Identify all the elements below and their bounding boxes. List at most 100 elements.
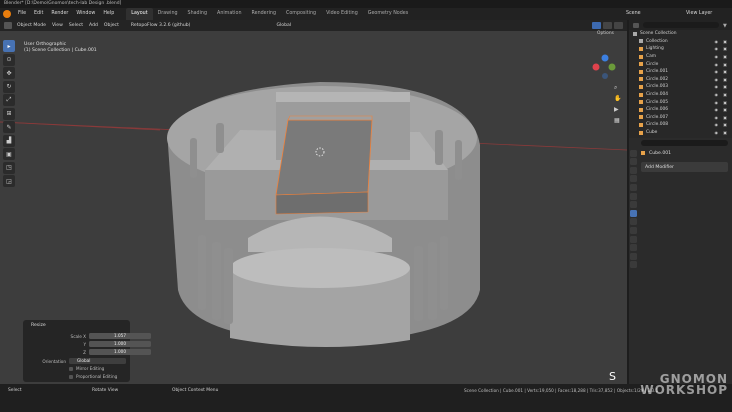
cursor-icon[interactable]: ⊙ (3, 53, 15, 66)
menu-file[interactable]: File (14, 8, 30, 20)
view-layer-selector[interactable]: View Layer (682, 8, 732, 20)
scale-icon[interactable]: ⤢ (3, 94, 15, 106)
mirror-editing-checkbox[interactable]: Mirror Editing (69, 366, 104, 371)
menu-window[interactable]: Window (72, 8, 99, 20)
scale-y-field[interactable]: 1.000 (89, 341, 151, 347)
status-stats: Scene Collection | Cube.001 | Verts:19,0… (464, 388, 659, 393)
particles-tab-icon[interactable] (630, 218, 637, 226)
material-tab-icon[interactable] (630, 252, 637, 260)
visibility-icon[interactable]: ◉ ▣ (714, 122, 729, 127)
outliner-item[interactable]: Circle.007 ◉ ▣ (629, 114, 732, 122)
scene-tab-icon[interactable] (630, 183, 637, 191)
outliner-item[interactable]: Circle ◉ ▣ (629, 60, 732, 68)
grid-icon[interactable]: ▦ (614, 117, 621, 124)
outliner-item[interactable]: Cube ◉ ▣ (629, 129, 732, 137)
shading-render-icon[interactable] (614, 22, 623, 29)
shading-solid-icon[interactable] (592, 22, 601, 29)
menu-select[interactable]: Select (66, 20, 86, 31)
outliner-type-icon[interactable] (633, 22, 639, 28)
outliner-item[interactable]: Circle.003 ◉ ▣ (629, 83, 732, 91)
outliner-item[interactable]: Circle.001 ◉ ▣ (629, 68, 732, 76)
visibility-icon[interactable]: ◉ ▣ (714, 100, 729, 105)
properties-search-input[interactable] (641, 140, 728, 146)
outliner-item[interactable]: Circle.006 ◉ ▣ (629, 106, 732, 114)
visibility-icon[interactable]: ◉ ▣ (714, 54, 729, 59)
filter-icon[interactable]: ▼ (723, 23, 729, 29)
add-cube-icon[interactable]: ▣ (3, 148, 15, 160)
zoom-icon[interactable]: ⌕ (614, 84, 621, 91)
inset-icon[interactable]: ◲ (3, 175, 15, 187)
render-tab-icon[interactable] (630, 158, 637, 166)
editor-type-icon[interactable] (4, 22, 12, 29)
world-tab-icon[interactable] (630, 192, 637, 200)
menu-view[interactable]: View (49, 20, 66, 31)
tab-rendering[interactable]: Rendering (247, 8, 282, 20)
visibility-icon[interactable]: ◉ ▣ (714, 107, 729, 112)
object-name-row[interactable]: Cube.001 (629, 148, 732, 158)
add-modifier-button[interactable]: Add Modifier (641, 162, 728, 172)
modifier-tab-icon[interactable] (630, 209, 637, 217)
visibility-icon[interactable]: ◉ ▣ (714, 77, 729, 82)
visibility-icon[interactable]: ◉ ▣ (714, 130, 729, 135)
outliner-root[interactable]: Scene Collection (629, 30, 732, 38)
constraints-tab-icon[interactable] (630, 235, 637, 243)
visibility-icon[interactable]: ◉ ▣ (714, 69, 729, 74)
visibility-icon[interactable]: ◉ ▣ (714, 46, 729, 51)
tool-tab-icon[interactable] (630, 149, 637, 157)
orientation-dropdown[interactable]: Global (273, 20, 294, 31)
tab-shading[interactable]: Shading (183, 8, 213, 20)
outliner-item[interactable]: Lighting ◉ ▣ (629, 45, 732, 53)
visibility-icon[interactable]: ◉ ▣ (714, 92, 729, 97)
scale-z-field[interactable]: 1.000 (89, 349, 151, 355)
data-tab-icon[interactable] (630, 244, 637, 252)
blender-logo-icon[interactable] (3, 10, 11, 18)
tab-compositing[interactable]: Compositing (281, 8, 321, 20)
camera-icon[interactable]: ▶ (614, 106, 621, 113)
orientation-dropdown[interactable]: Global (69, 358, 126, 364)
menu-object[interactable]: Object (101, 20, 122, 31)
outliner-item[interactable]: Circle.004 ◉ ▣ (629, 91, 732, 99)
tab-drawing[interactable]: Drawing (153, 8, 183, 20)
menu-help[interactable]: Help (99, 8, 118, 20)
rotate-icon[interactable]: ↻ (3, 80, 15, 93)
select-box-icon[interactable]: ▸ (3, 40, 15, 52)
tab-video-editing[interactable]: Video Editing (321, 8, 363, 20)
output-tab-icon[interactable] (630, 166, 637, 174)
pan-hand-icon[interactable]: ✋ (614, 95, 621, 102)
scene-selector[interactable]: Scene (622, 8, 682, 20)
outliner-item[interactable]: Circle.005 ◉ ▣ (629, 98, 732, 106)
mirror-editing-label: Mirror Editing (76, 366, 105, 371)
outliner-item[interactable]: Collection ◉ ▣ (629, 38, 732, 46)
visibility-icon[interactable]: ◉ ▣ (714, 84, 729, 89)
menu-edit[interactable]: Edit (30, 8, 47, 20)
physics-tab-icon[interactable] (630, 226, 637, 234)
measure-icon[interactable]: ▟ (3, 134, 15, 147)
move-icon[interactable]: ✥ (3, 67, 15, 79)
texture-tab-icon[interactable] (630, 261, 637, 269)
outliner-item[interactable]: Circle.008 ◉ ▣ (629, 121, 732, 129)
visibility-icon[interactable]: ◉ ▣ (714, 115, 729, 120)
extrude-icon[interactable]: ◳ (3, 161, 15, 174)
annotate-icon[interactable]: ✎ (3, 121, 15, 133)
mode-dropdown[interactable]: Object Mode (14, 20, 49, 31)
scale-x-field[interactable]: 1.057 (89, 333, 151, 339)
menu-add[interactable]: Add (86, 20, 101, 31)
view-layer-tab-icon[interactable] (630, 175, 637, 183)
transform-icon[interactable]: ⊞ (3, 107, 15, 120)
proportional-editing-checkbox[interactable]: Proportional Editing (69, 374, 117, 379)
options-button[interactable]: Options (597, 31, 614, 36)
outliner-search-input[interactable] (643, 22, 719, 28)
shading-wire-icon[interactable] (603, 22, 612, 29)
object-tab-icon[interactable] (630, 201, 637, 209)
tab-geometry-nodes[interactable]: Geometry Nodes (363, 8, 413, 20)
object-icon (639, 77, 643, 82)
properties-panel: Cube.001 Add Modifier (629, 138, 732, 384)
outliner-item[interactable]: Circle.002 ◉ ▣ (629, 76, 732, 84)
visibility-icon[interactable]: ◉ ▣ (714, 62, 729, 67)
tab-layout[interactable]: Layout (126, 8, 153, 20)
menu-render[interactable]: Render (47, 8, 72, 20)
outliner-item[interactable]: Cam ◉ ▣ (629, 53, 732, 61)
retopoflow-button[interactable]: RetopoFlow 3.2.6 (github) (128, 20, 194, 31)
tab-animation[interactable]: Animation (212, 8, 246, 20)
visibility-icon[interactable]: ◉ ▣ (714, 39, 729, 44)
